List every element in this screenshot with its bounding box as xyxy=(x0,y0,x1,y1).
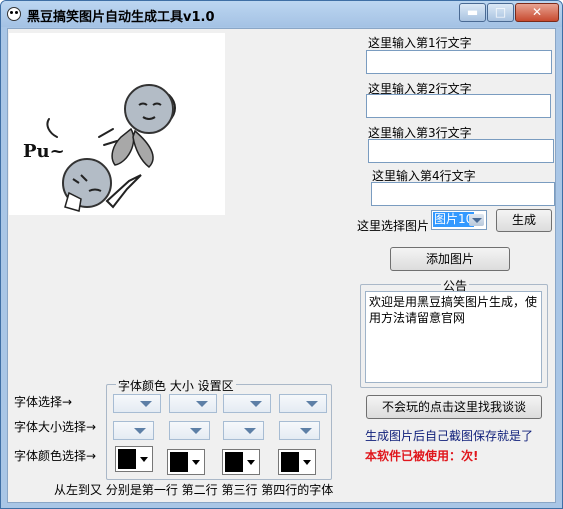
app-face-icon xyxy=(7,7,21,21)
color-swatch xyxy=(118,449,136,469)
size-row-label: 字体大小选择→ xyxy=(14,420,97,434)
line2-font-select[interactable] xyxy=(169,394,217,413)
title-bar[interactable]: 黑豆搞笑图片自动生成工具v1.0 ▬ □ ✕ xyxy=(1,1,562,27)
image-select-label: 这里选择图片 xyxy=(357,219,430,233)
dropdown-arrow-icon xyxy=(190,428,202,434)
info-text: 生成图片后自己截图保存就是了 xyxy=(365,429,534,443)
dropdown-arrow-icon xyxy=(250,401,262,407)
dropdown-arrow-icon xyxy=(469,214,484,226)
color-swatch xyxy=(281,452,299,472)
font-settings-footer: 从左到又 分别是第一行 第二行 第三行 第四行的字体 xyxy=(54,483,334,497)
line4-color-picker[interactable] xyxy=(278,449,316,475)
meme-drawing: Pu~ xyxy=(23,84,176,212)
line1-label: 这里输入第1行文字 xyxy=(368,36,472,50)
dropdown-arrow-icon xyxy=(303,460,311,465)
dropdown-arrow-icon xyxy=(140,401,152,407)
meme-preview-image: Pu~ xyxy=(9,33,225,215)
color-swatch xyxy=(225,452,243,472)
meme-caption: Pu~ xyxy=(23,141,65,162)
line3-size-select[interactable] xyxy=(223,421,264,440)
dropdown-arrow-icon xyxy=(196,401,208,407)
color-swatch xyxy=(170,452,188,472)
dropdown-arrow-icon xyxy=(247,460,255,465)
font-settings-title: 字体颜色 大小 设置区 xyxy=(116,377,236,394)
window-title: 黑豆搞笑图片自动生成工具v1.0 xyxy=(27,10,215,25)
line3-color-picker[interactable] xyxy=(222,449,260,475)
client-area: Pu~ 这里输入第1行文字 这里输入第2行文字 这里输入第3行文字 这里输入第4… xyxy=(7,28,556,503)
line2-input[interactable] xyxy=(366,94,551,118)
add-image-button[interactable]: 添加图片 xyxy=(390,247,510,271)
dropdown-arrow-icon xyxy=(300,428,312,434)
line1-input[interactable] xyxy=(366,50,552,74)
line4-input[interactable] xyxy=(371,182,555,206)
line2-size-select[interactable] xyxy=(169,421,210,440)
close-button[interactable]: ✕ xyxy=(515,3,559,22)
image-select-combo[interactable]: 图片10 xyxy=(431,210,487,230)
dropdown-arrow-icon xyxy=(192,460,200,465)
usage-count-text: 本软件已被使用：次! xyxy=(365,449,479,463)
notice-text: 欢迎是用黑豆搞笑图片生成，使用方法请留意官网 xyxy=(365,291,542,383)
line3-input[interactable] xyxy=(368,139,554,163)
dropdown-arrow-icon xyxy=(306,401,318,407)
help-button[interactable]: 不会玩的点击这里找我谈谈 xyxy=(366,395,542,419)
generate-button[interactable]: 生成 xyxy=(496,209,552,232)
dropdown-arrow-icon xyxy=(140,457,148,462)
color-row-label: 字体颜色选择→ xyxy=(14,449,97,463)
minimize-button[interactable]: ▬ xyxy=(459,3,486,22)
line1-color-picker[interactable] xyxy=(115,446,153,472)
line4-size-select[interactable] xyxy=(279,421,320,440)
maximize-button[interactable]: □ xyxy=(487,3,514,22)
line2-color-picker[interactable] xyxy=(167,449,205,475)
font-row-label: 字体选择→ xyxy=(14,395,73,409)
line1-font-select[interactable] xyxy=(113,394,161,413)
dropdown-arrow-icon xyxy=(244,428,256,434)
line1-size-select[interactable] xyxy=(113,421,154,440)
app-window: 黑豆搞笑图片自动生成工具v1.0 ▬ □ ✕ Pu~ 这里输入第1行文字 这里输… xyxy=(0,0,563,509)
line3-font-select[interactable] xyxy=(223,394,271,413)
dropdown-arrow-icon xyxy=(134,428,146,434)
line4-font-select[interactable] xyxy=(279,394,327,413)
